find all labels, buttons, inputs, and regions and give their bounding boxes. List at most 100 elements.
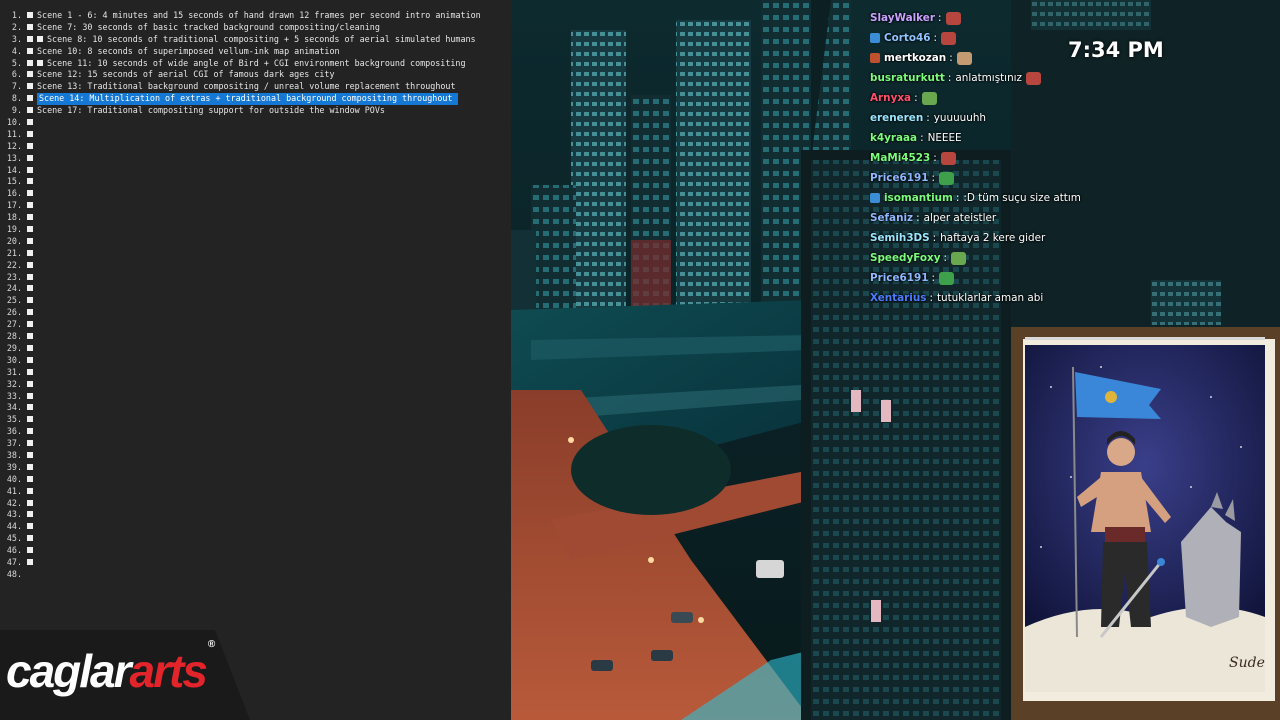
editor-line[interactable]: 27. — [0, 319, 481, 331]
editor-line[interactable]: 5. Scene 11: 10 seconds of wide angle of … — [0, 58, 481, 70]
editor-line[interactable]: 20. — [0, 236, 481, 248]
editor-line[interactable]: 35. — [0, 414, 481, 426]
editor-line[interactable]: 46. — [0, 545, 481, 557]
bullet-marker-icon — [27, 523, 33, 530]
editor-line[interactable]: 11. — [0, 129, 481, 141]
editor-line[interactable]: 28. — [0, 331, 481, 343]
editor-line[interactable]: 18. — [0, 212, 481, 224]
editor-line[interactable]: 9. Scene 17: Traditional compositing supp… — [0, 105, 481, 117]
bullet-marker-icon — [27, 333, 33, 340]
chat-emote-icon — [940, 31, 956, 45]
editor-line[interactable]: 15. — [0, 176, 481, 188]
chat-separator: : — [937, 12, 942, 24]
line-number: 36. — [6, 426, 22, 437]
line-text: Scene 13: Traditional background composi… — [37, 81, 456, 92]
line-number: 1. — [11, 10, 22, 20]
line-number: 17. — [6, 200, 22, 211]
editor-line[interactable]: 1. Scene 1 - 6: 4 minutes and 15 seconds … — [0, 10, 481, 22]
chat-separator: : — [929, 292, 933, 304]
editor-line[interactable]: 29. — [0, 343, 481, 355]
bullet-marker-icon — [27, 558, 33, 565]
editor-line[interactable]: 26. — [0, 307, 481, 319]
chat-message: isomantium::D tüm suçu size attım — [870, 188, 1130, 208]
chat-separator: : — [926, 112, 930, 124]
editor-line[interactable]: 47. — [0, 557, 481, 569]
bullet-marker-icon — [27, 499, 33, 506]
editor-line[interactable]: 38. — [0, 450, 481, 462]
line-number: 20. — [6, 235, 22, 246]
chat-username: isomantium — [884, 192, 953, 204]
editor-line[interactable]: 10. — [0, 117, 481, 129]
editor-line[interactable]: 33. — [0, 391, 481, 403]
editor-line[interactable]: 12. — [0, 141, 481, 153]
chat-text: anlatmıştınız — [955, 72, 1022, 84]
editor-line[interactable]: 41. — [0, 486, 481, 498]
line-number: 45. — [6, 533, 22, 544]
line-number: 43. — [6, 509, 22, 520]
line-number: 10. — [6, 117, 22, 128]
editor-line[interactable]: 30. — [0, 355, 481, 367]
line-number: 23. — [6, 271, 22, 282]
editor-line[interactable]: 16. — [0, 188, 481, 200]
editor-line[interactable]: 34. — [0, 402, 481, 414]
line-number: 21. — [6, 247, 22, 258]
chat-username: Semih3DS — [870, 232, 930, 244]
bullet-marker-icon — [27, 285, 33, 292]
line-number: 33. — [6, 390, 22, 401]
bullet-marker-icon — [27, 309, 33, 316]
editor-line[interactable]: 36. — [0, 426, 481, 438]
chat-separator: : — [933, 152, 937, 164]
bullet-marker-icon — [27, 23, 33, 30]
editor-line[interactable]: 21. — [0, 248, 481, 260]
editor-line[interactable]: 3. Scene 8: 10 seconds of traditional com… — [0, 34, 481, 46]
editor-line[interactable]: 7. Scene 13: Traditional background compo… — [0, 81, 481, 93]
logo-part-1: caglar — [6, 645, 132, 697]
chat-text: :D tüm suçu size attım — [963, 192, 1081, 204]
bullet-marker-icon — [37, 35, 43, 42]
editor-line[interactable]: 23. — [0, 272, 481, 284]
user-badge-icon — [870, 193, 880, 203]
line-text: Scene 14: Multiplication of extras + tra… — [37, 93, 459, 106]
editor-line[interactable]: 17. — [0, 200, 481, 212]
line-number: 11. — [6, 128, 22, 139]
editor-line[interactable]: 32. — [0, 379, 481, 391]
editor-line[interactable]: 24. — [0, 283, 481, 295]
editor-line[interactable]: 48. — [0, 569, 481, 581]
chat-message: Semih3DS: haftaya 2 kere gider — [870, 228, 1130, 248]
editor-line[interactable]: 45. — [0, 533, 481, 545]
chat-message: Arnyxa: — [870, 88, 1130, 108]
editor-line[interactable]: 31. — [0, 367, 481, 379]
editor-line[interactable]: 25. — [0, 295, 481, 307]
editor-line[interactable]: 13. — [0, 153, 481, 165]
editor-line[interactable]: 39. — [0, 462, 481, 474]
chat-message: MaMi4523: — [870, 148, 1130, 168]
chat-username: Price6191 — [870, 172, 929, 184]
chat-emote-icon — [921, 91, 937, 105]
editor-line[interactable]: 42. — [0, 498, 481, 510]
editor-line[interactable]: 6. Scene 12: 15 seconds of aerial CGI of … — [0, 69, 481, 81]
editor-line[interactable]: 2. Scene 7: 30 seconds of basic tracked b… — [0, 22, 481, 34]
editor-line[interactable]: 8. Scene 14: Multiplication of extras + t… — [0, 93, 481, 106]
editor-line[interactable]: 14. — [0, 165, 481, 177]
bullet-marker-icon — [27, 249, 33, 256]
line-number: 29. — [6, 342, 22, 353]
line-number: 8. — [11, 93, 22, 104]
chat-separator: : — [931, 272, 935, 284]
editor-line[interactable]: 4. Scene 10: 8 seconds of superimposed ve… — [0, 46, 481, 58]
text-editor-panel[interactable]: 1. Scene 1 - 6: 4 minutes and 15 seconds … — [0, 0, 511, 720]
chat-message: Xentarius: tutuklarlar aman abi — [870, 288, 1130, 308]
chat-emote-icon — [938, 171, 954, 185]
chat-text: haftaya 2 kere gider — [940, 232, 1046, 244]
editor-line[interactable]: 44. — [0, 521, 481, 533]
chat-separator: : — [947, 72, 952, 84]
editor-line[interactable]: 43. — [0, 509, 481, 521]
line-number: 30. — [6, 354, 22, 365]
line-text: Scene 11: 10 seconds of wide angle of Bi… — [47, 57, 466, 68]
bullet-marker-icon — [27, 107, 33, 114]
editor-line[interactable]: 19. — [0, 224, 481, 236]
bullet-marker-icon — [27, 95, 33, 102]
editor-line[interactable]: 22. — [0, 260, 481, 272]
chat-username: ereneren — [870, 112, 924, 124]
editor-line[interactable]: 40. — [0, 474, 481, 486]
editor-line[interactable]: 37. — [0, 438, 481, 450]
